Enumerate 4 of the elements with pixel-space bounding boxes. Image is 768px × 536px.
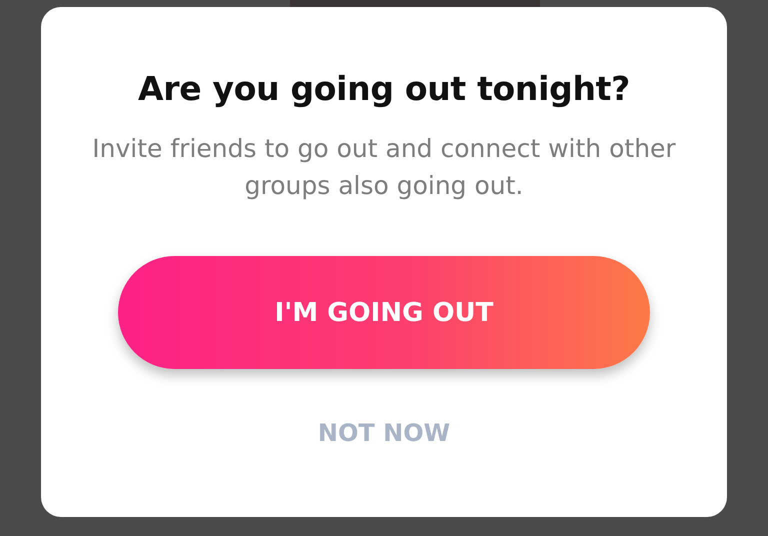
dialog-message: Invite friends to go out and connect with other groups also going out. [91,133,677,202]
dialog-title: Are you going out tonight? [138,69,630,108]
not-now-button[interactable]: NOT NOW [310,415,458,451]
going-out-button[interactable]: I'M GOING OUT [118,256,650,369]
